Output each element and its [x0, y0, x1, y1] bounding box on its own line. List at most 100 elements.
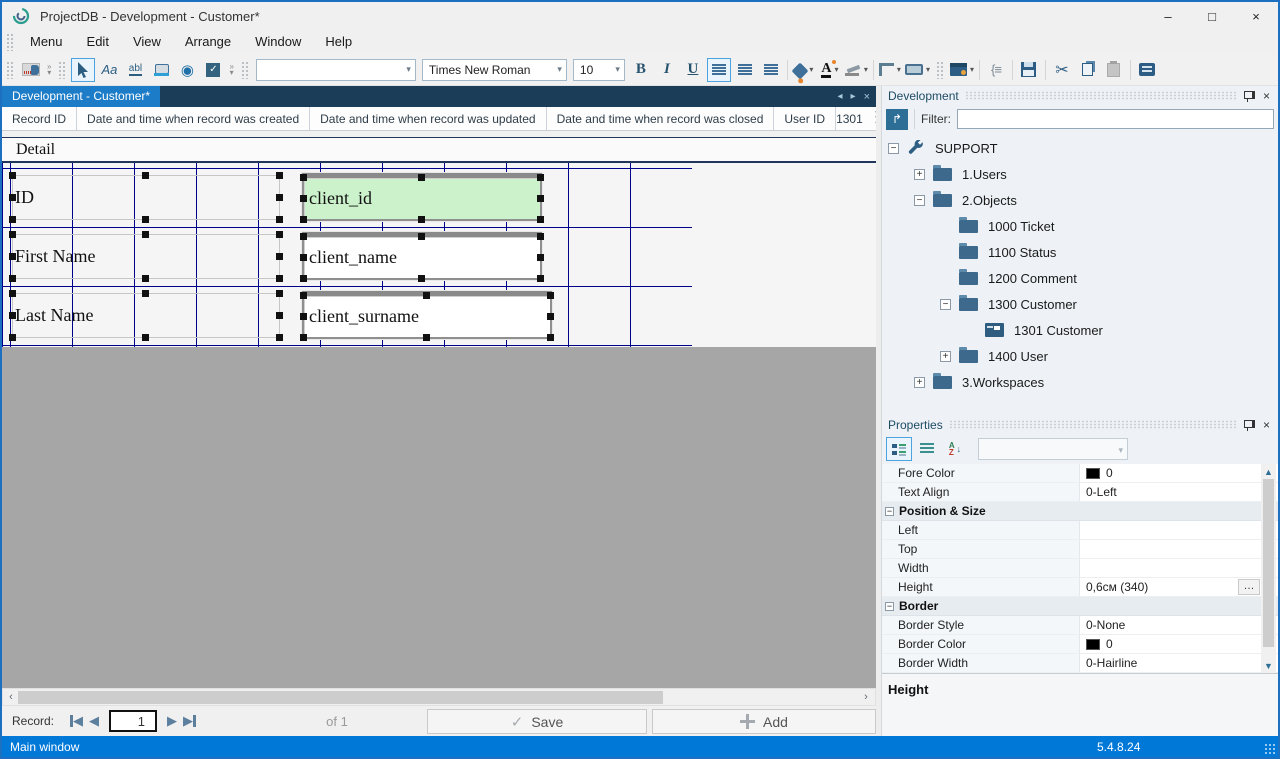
- tree-item-1300-customer[interactable]: − 1300 Customer: [882, 291, 1278, 317]
- header-cell-updated[interactable]: Date and time when record was updated: [310, 107, 547, 130]
- selection-handle[interactable]: [300, 312, 307, 320]
- selection-handle[interactable]: [276, 193, 283, 201]
- record-number-input[interactable]: [109, 710, 158, 732]
- selection-handle[interactable]: [142, 231, 149, 238]
- selection-handle[interactable]: [423, 334, 430, 341]
- next-record-button[interactable]: ▶: [167, 713, 177, 729]
- selection-handle[interactable]: [418, 174, 425, 181]
- pin-icon[interactable]: [1243, 90, 1255, 102]
- ellipsis-button[interactable]: …: [1238, 579, 1260, 595]
- button-tool-button[interactable]: [149, 58, 173, 82]
- resize-grip[interactable]: [1264, 743, 1276, 755]
- italic-button[interactable]: I: [655, 58, 679, 82]
- development-panel-header[interactable]: Development ×: [882, 86, 1278, 105]
- toolbar-drag-grip[interactable]: [935, 60, 944, 79]
- selection-handle[interactable]: [300, 275, 307, 282]
- selection-handle[interactable]: [142, 290, 149, 297]
- align-left-button[interactable]: [706, 57, 731, 82]
- properties-panel-header[interactable]: Properties ×: [882, 415, 1278, 434]
- selection-handle[interactable]: [9, 193, 16, 201]
- navigate-to-object-button[interactable]: ↱: [886, 108, 908, 130]
- field-control-client-id[interactable]: client_id: [300, 173, 544, 223]
- font-size-combobox[interactable]: 10 ▾: [572, 58, 625, 81]
- collapse-icon[interactable]: −: [940, 298, 951, 310]
- minimize-button[interactable]: –: [1146, 2, 1190, 30]
- underline-button[interactable]: U: [681, 58, 705, 82]
- close-button[interactable]: ×: [1234, 2, 1278, 30]
- object-selector-combobox[interactable]: ▾: [978, 438, 1128, 460]
- first-record-button[interactable]: ◀: [70, 713, 83, 729]
- textbox-tool-button[interactable]: abl: [123, 58, 147, 82]
- selection-handle[interactable]: [547, 312, 554, 320]
- bold-button[interactable]: B: [629, 58, 653, 82]
- property-value[interactable]: [1080, 559, 1278, 577]
- selection-handle[interactable]: [537, 275, 544, 282]
- property-category-border[interactable]: − Border: [882, 597, 1278, 616]
- selection-handle[interactable]: [300, 174, 307, 181]
- selection-handle[interactable]: [537, 174, 544, 181]
- tree-item-1301-customer[interactable]: 1301 Customer: [882, 317, 1278, 343]
- property-value[interactable]: [1080, 540, 1278, 558]
- property-value[interactable]: 0: [1080, 464, 1278, 482]
- selection-handle[interactable]: [300, 334, 307, 341]
- add-record-button[interactable]: Add: [652, 709, 876, 734]
- selection-handle[interactable]: [300, 216, 307, 223]
- select-tool-button[interactable]: [71, 57, 96, 82]
- selection-handle[interactable]: [418, 216, 425, 223]
- property-row-top[interactable]: Top: [882, 540, 1278, 559]
- menu-item-menu[interactable]: Menu: [18, 30, 75, 54]
- selection-handle[interactable]: [537, 194, 544, 202]
- selection-handle[interactable]: [300, 292, 307, 299]
- selection-handle[interactable]: [276, 216, 283, 223]
- selection-handle[interactable]: [547, 292, 554, 299]
- toolbar-drag-grip[interactable]: [240, 60, 249, 79]
- tree-item-support[interactable]: − SUPPORT: [882, 135, 1278, 161]
- horizontal-scrollbar[interactable]: ‹ ›: [2, 688, 876, 706]
- pin-icon[interactable]: [1243, 419, 1255, 431]
- maximize-button[interactable]: □: [1190, 2, 1234, 30]
- menu-item-window[interactable]: Window: [243, 30, 313, 54]
- expand-icon[interactable]: +: [914, 168, 925, 180]
- selection-handle[interactable]: [9, 334, 16, 341]
- design-surface[interactable]: ID client_id First Name client_name Last…: [2, 163, 876, 347]
- insert-image-button[interactable]: [19, 58, 43, 82]
- tree-item-workspaces[interactable]: + 3.Workspaces: [882, 369, 1278, 395]
- selection-handle[interactable]: [276, 311, 283, 319]
- checkbox-tool-button[interactable]: ✓: [201, 58, 225, 82]
- menu-item-arrange[interactable]: Arrange: [173, 30, 243, 54]
- menu-item-help[interactable]: Help: [313, 30, 364, 54]
- cut-button[interactable]: ✂: [1050, 58, 1074, 82]
- label-control-last-name[interactable]: Last Name: [9, 290, 283, 341]
- tab-scroll-left-icon[interactable]: ◂: [838, 91, 843, 102]
- field-list-button[interactable]: {≡: [984, 58, 1008, 82]
- selection-handle[interactable]: [300, 253, 307, 261]
- previous-record-button[interactable]: ◀: [89, 713, 99, 729]
- last-record-button[interactable]: ▶: [183, 713, 197, 729]
- selection-handle[interactable]: [142, 275, 149, 282]
- selection-handle[interactable]: [276, 172, 283, 179]
- tab-development-customer[interactable]: Development - Customer*: [2, 86, 161, 107]
- align-center-button[interactable]: [733, 58, 757, 82]
- property-value[interactable]: 0-Left: [1080, 483, 1278, 501]
- property-value[interactable]: 0,6см (340) …: [1080, 578, 1278, 596]
- highlight-button[interactable]: ▾: [844, 58, 869, 82]
- selection-handle[interactable]: [423, 292, 430, 299]
- list-view-button[interactable]: [914, 437, 940, 461]
- toolbar-drag-grip[interactable]: [6, 60, 14, 79]
- save-button[interactable]: [1017, 58, 1041, 82]
- field-control-client-name[interactable]: client_name: [300, 232, 544, 282]
- collapse-icon[interactable]: −: [914, 194, 925, 206]
- selection-handle[interactable]: [276, 290, 283, 297]
- expand-icon[interactable]: +: [914, 376, 925, 388]
- comment-button[interactable]: [1135, 58, 1159, 82]
- selection-handle[interactable]: [537, 233, 544, 240]
- border-style-button[interactable]: ▾: [878, 58, 902, 82]
- detail-band-header[interactable]: Detail: [2, 137, 876, 163]
- menu-item-edit[interactable]: Edit: [75, 30, 121, 54]
- property-value[interactable]: 0-None: [1080, 616, 1278, 634]
- selection-handle[interactable]: [547, 334, 554, 341]
- selection-handle[interactable]: [276, 334, 283, 341]
- shape-button[interactable]: ▾: [904, 58, 931, 82]
- selection-handle[interactable]: [9, 290, 16, 297]
- font-color-button[interactable]: A ▾: [818, 58, 842, 82]
